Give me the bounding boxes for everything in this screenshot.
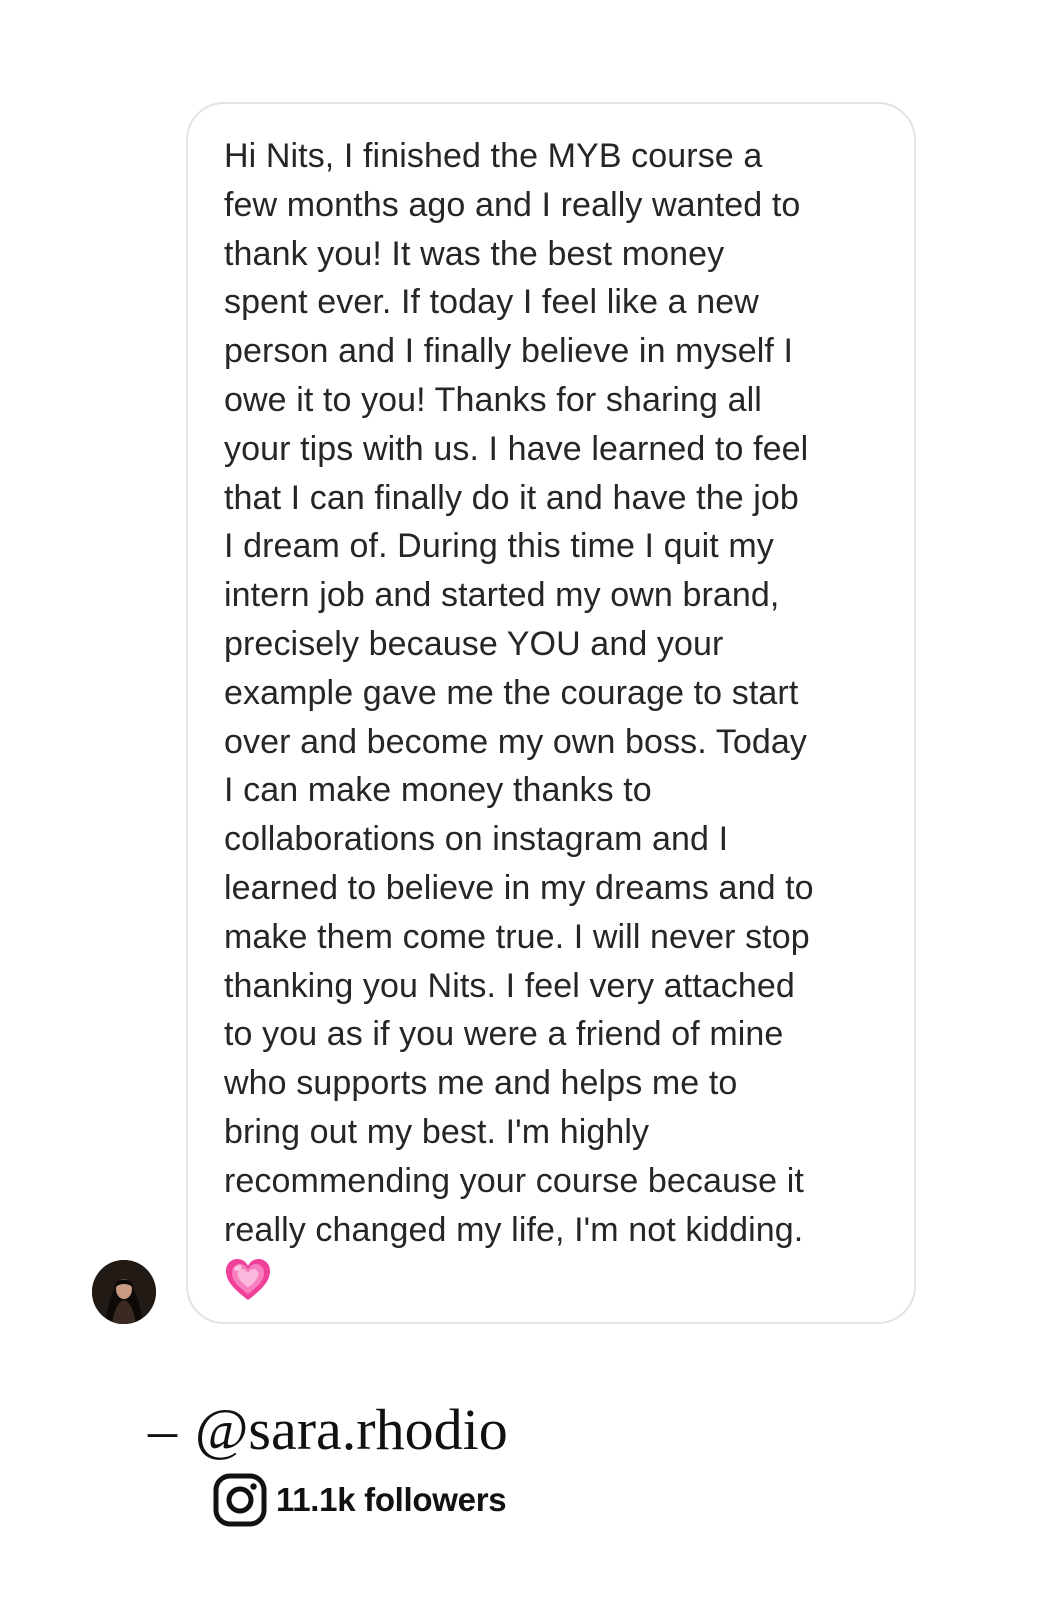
message-line: I can make money thanks to — [224, 771, 652, 810]
author-attribution: – @sara.rhodio — [148, 1392, 508, 1468]
followers-count: 11.1k followers — [276, 1481, 507, 1518]
message-line: owe it to you! Thanks for sharing all — [224, 380, 762, 419]
message-line: bring out my best. I'm highly — [224, 1112, 650, 1151]
message-line: over and become my own boss. Today — [224, 722, 807, 761]
message-line: thank you! It was the best money — [224, 234, 725, 273]
message-line: spent ever. If today I feel like a new — [224, 283, 759, 322]
followers-row: 11.1k followers — [212, 1472, 507, 1528]
testimonial-page: { "message": { "lines": [ "Hi Nits, I fi… — [0, 0, 1043, 1617]
message-line: few months ago and I really wanted to — [224, 185, 801, 224]
message-line: intern job and started my own brand, — [224, 576, 780, 615]
growing-heart-icon — [226, 1259, 270, 1301]
message-line: who supports me and helps me to — [224, 1064, 738, 1103]
message-line: recommending your course because it — [224, 1161, 804, 1200]
instagram-icon — [213, 1473, 267, 1527]
attribution-dash: – — [148, 1397, 177, 1462]
message-line: make them come true. I will never stop — [224, 917, 810, 956]
message-line: your tips with us. I have learned to fee… — [224, 429, 809, 468]
message-line: precisely because YOU and your — [224, 624, 724, 663]
message-bubble: Hi Nits, I finished the MYB course a few… — [186, 102, 916, 1324]
message-line: to you as if you were a friend of mine — [224, 1015, 784, 1054]
avatar-photo — [92, 1260, 156, 1324]
message-line: example gave me the courage to start — [224, 673, 799, 712]
message-line: really changed my life, I'm not kidding. — [224, 1210, 804, 1249]
avatar[interactable] — [92, 1260, 156, 1324]
message-line: person and I finally believe in myself I — [224, 332, 794, 371]
message-line: that I can finally do it and have the jo… — [224, 478, 799, 517]
message-line: I dream of. During this time I quit my — [224, 527, 774, 566]
message-line: Hi Nits, I finished the MYB course a — [224, 137, 763, 175]
message-line: collaborations on instagram and I — [224, 820, 729, 859]
message-line: thanking you Nits. I feel very attached — [224, 966, 795, 1005]
message-line: learned to believe in my dreams and to — [224, 868, 814, 907]
author-handle[interactable]: @sara.rhodio — [195, 1397, 508, 1462]
message-text: Hi Nits, I finished the MYB course a few… — [224, 132, 904, 1304]
